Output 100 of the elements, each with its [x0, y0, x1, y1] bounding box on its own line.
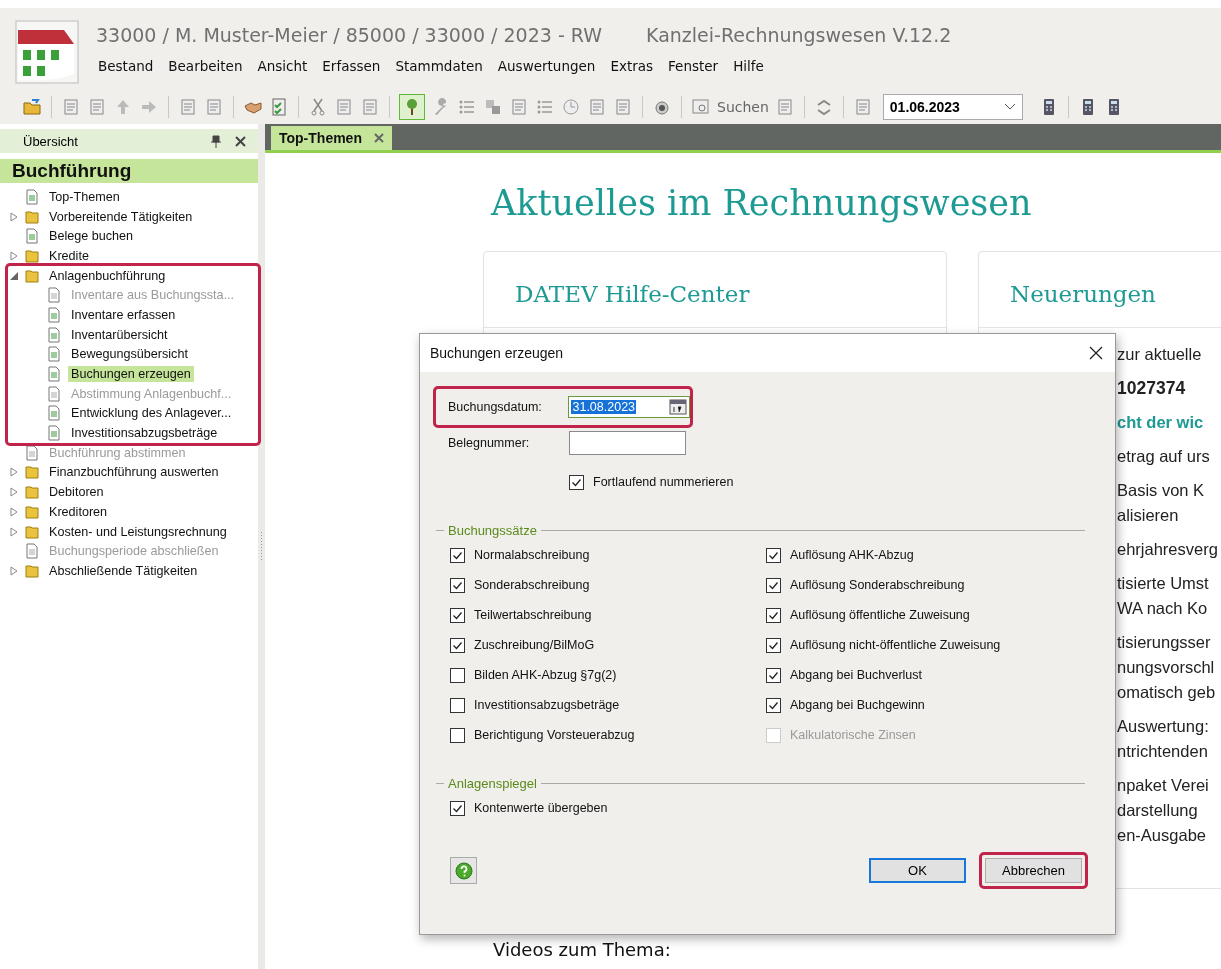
close-icon [1089, 346, 1103, 360]
section-label: Videos zum Thema: [493, 939, 672, 960]
tree-item[interactable]: Anlagenbuchführung [46, 267, 169, 284]
expander-icon[interactable] [9, 506, 19, 517]
paragraph: 1027374 [1117, 377, 1187, 400]
expander-icon[interactable] [9, 487, 19, 498]
expander-icon[interactable] [9, 467, 19, 478]
close-icon[interactable] [373, 133, 384, 143]
tree-item[interactable]: Inventarübersicht [68, 326, 171, 343]
help-icon [454, 861, 473, 880]
tree-toggle-button[interactable] [399, 94, 425, 120]
checkbox[interactable] [450, 547, 465, 563]
expander-icon[interactable] [9, 211, 19, 222]
date-field[interactable]: 31.08.2023 [568, 396, 690, 418]
menu-item[interactable]: Ansicht [255, 58, 321, 74]
help-button[interactable] [450, 857, 477, 884]
checkbox-label: Zuschreibung/BilMoG [474, 638, 595, 652]
ok-button[interactable]: OK [869, 858, 966, 883]
expander-icon[interactable] [9, 565, 19, 576]
checkbox[interactable] [766, 697, 781, 713]
menu-item[interactable]: Extras [608, 58, 667, 74]
menu-item[interactable]: Fenster [666, 58, 732, 74]
pin-icon[interactable] [211, 134, 221, 148]
checklist-icon[interactable] [269, 97, 289, 117]
paragraph: Basis von K alisieren [1117, 480, 1206, 526]
checkbox[interactable] [450, 637, 465, 653]
house-logo-icon [15, 20, 79, 84]
tree-item[interactable]: Top-Themen [46, 188, 123, 205]
expander-icon[interactable] [9, 526, 19, 537]
checkbox[interactable] [766, 667, 781, 683]
checkbox-label: Normalabschreibung [474, 548, 590, 562]
checkbox[interactable] [450, 667, 465, 683]
expander-icon[interactable] [9, 250, 19, 261]
date-dropdown[interactable]: 01.06.2023 [882, 94, 1023, 120]
checkbox[interactable] [569, 474, 584, 490]
tree-item[interactable]: Kreditoren [46, 503, 111, 520]
tree-item[interactable]: Vorbereitende Tätigkeiten [46, 208, 196, 225]
menu-item[interactable]: Stammdaten [393, 58, 496, 74]
checkbox[interactable] [450, 607, 465, 623]
document-icon[interactable] [61, 97, 81, 117]
checkbox-label: Fortlaufend nummerieren [593, 475, 734, 489]
window-title: 33000 / M. Muster-Meier / 85000 / 33000 / 2023 - RW [96, 24, 602, 46]
calendar-icon[interactable] [669, 399, 687, 415]
checkbox-label: Teilwertabschreibung [474, 608, 592, 622]
close-button[interactable] [1089, 346, 1103, 360]
checkbox-label: Auflösung öffentliche Zuweisung [790, 608, 970, 622]
folder-icon [24, 267, 40, 284]
menu-item[interactable]: Hilfe [731, 58, 777, 74]
tree-item[interactable]: Inventare erfassen [68, 306, 179, 323]
checkbox-label: Auflösung nicht-öffentliche Zuweisung [790, 638, 1001, 652]
checkbox[interactable] [766, 577, 781, 593]
input-field[interactable] [569, 431, 686, 455]
checkbox[interactable] [450, 727, 465, 743]
folder-icon [24, 464, 40, 481]
checkbox[interactable] [766, 607, 781, 623]
checkbox[interactable] [450, 577, 465, 593]
folder-icon [24, 562, 40, 579]
paragraph: ehrjahresverg [1117, 539, 1219, 560]
menu-item[interactable]: Bestand [96, 58, 167, 74]
cancel-button[interactable]: Abbrechen [985, 858, 1082, 883]
tree-item[interactable]: Buchungen erzeugen [68, 366, 194, 383]
menu-item[interactable]: Erfassen [320, 58, 394, 74]
tab[interactable]: Top-Themen [271, 126, 392, 150]
menu-item[interactable]: Bearbeiten [166, 58, 256, 74]
tree-item[interactable]: Abschließende Tätigkeiten [46, 562, 201, 579]
tree-item[interactable]: Entwicklung des Anlagever... [68, 405, 235, 422]
folder-icon [24, 523, 40, 540]
search-window-icon [691, 97, 711, 117]
checkbox-label: Abgang bei Buchverlust [790, 668, 923, 682]
scissors-icon[interactable] [308, 97, 328, 117]
tree-item[interactable]: Debitoren [46, 484, 107, 501]
paragraph: npaket Verei darstellung en-Ausgabe [1117, 775, 1210, 846]
paragraph: Auswertung: ntrichtenden [1117, 716, 1210, 762]
card-title: DATEV Hilfe-Center [484, 252, 946, 328]
field-label: Buchungsdatum: [447, 400, 543, 414]
folder-icon [24, 503, 40, 520]
checkbox[interactable] [450, 800, 465, 816]
folder-open-icon[interactable] [22, 97, 42, 117]
tree-item[interactable]: Investitionsabzugsbeträge [68, 425, 221, 442]
checkbox[interactable] [450, 697, 465, 713]
tree-item[interactable]: Kredite [46, 247, 92, 264]
close-icon[interactable] [235, 135, 246, 147]
menu-item[interactable]: Auswertungen [495, 58, 609, 74]
search-button[interactable]: Suchen [691, 97, 769, 117]
card-title: Neuerungen [979, 252, 1221, 328]
checkbox[interactable] [766, 637, 781, 653]
app-name: Kanzlei-Rechnungswesen V.12.2 [646, 24, 952, 46]
folder-icon [24, 484, 40, 501]
paragraph: tisierte Umst WA nach Ko [1117, 573, 1210, 619]
checkbox[interactable] [766, 547, 781, 563]
squares-icon[interactable] [483, 97, 503, 117]
splitter-grip-icon[interactable] [260, 531, 263, 562]
tree-item[interactable]: Finanzbuchführung auswerten [46, 464, 222, 481]
clock-icon[interactable] [561, 97, 581, 117]
tree-item[interactable]: Bewegungsübersicht [68, 346, 191, 363]
group-title: Buchungssätze [448, 523, 537, 538]
tree-item[interactable]: Kosten- und Leistungsrechnung [46, 523, 230, 540]
expander-icon[interactable] [9, 270, 19, 281]
tree-item[interactable]: Belege buchen [46, 228, 137, 245]
checkbox-label: Auflösung Sonderabschreibung [790, 578, 965, 592]
